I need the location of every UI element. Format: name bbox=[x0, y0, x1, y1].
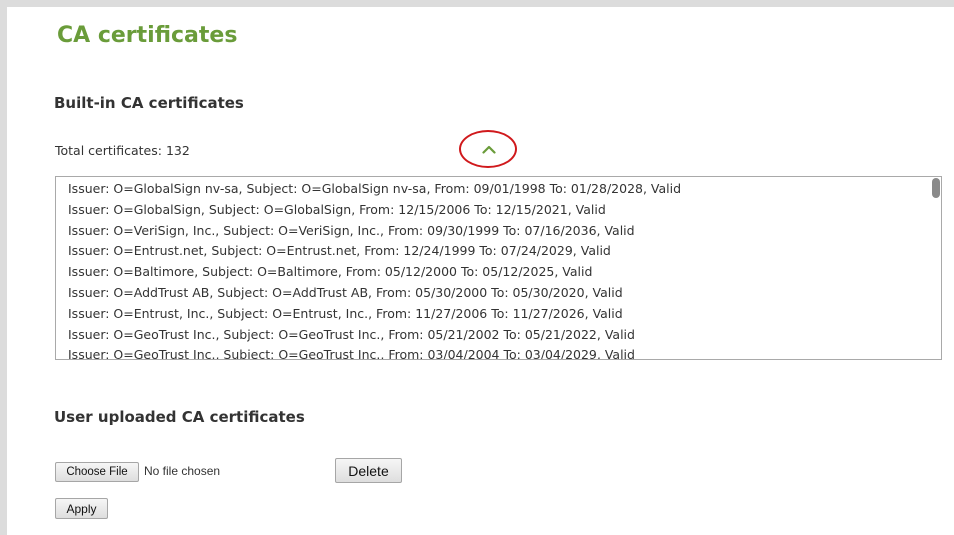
list-scrollbar[interactable] bbox=[932, 178, 940, 358]
scrollbar-thumb[interactable] bbox=[932, 178, 940, 198]
chevron-up-icon bbox=[482, 145, 496, 154]
total-certificates-label: Total certificates: 132 bbox=[55, 143, 190, 158]
certificate-list[interactable]: Issuer: O=GlobalSign nv-sa, Subject: O=G… bbox=[55, 176, 942, 360]
collapse-toggle-button[interactable] bbox=[478, 139, 500, 159]
certificate-item[interactable]: Issuer: O=GeoTrust Inc., Subject: O=GeoT… bbox=[68, 325, 941, 346]
apply-button[interactable]: Apply bbox=[55, 498, 108, 519]
page-frame: CA certificates Built-in CA certificates… bbox=[0, 0, 954, 535]
certificate-item[interactable]: Issuer: O=Entrust, Inc., Subject: O=Entr… bbox=[68, 304, 941, 325]
certificate-item[interactable]: Issuer: O=Baltimore, Subject: O=Baltimor… bbox=[68, 262, 941, 283]
certificate-item[interactable]: Issuer: O=GeoTrust Inc., Subject: O=GeoT… bbox=[68, 345, 941, 359]
page-title: CA certificates bbox=[57, 23, 238, 48]
certificate-item[interactable]: Issuer: O=GlobalSign, Subject: O=GlobalS… bbox=[68, 200, 941, 221]
certificate-item[interactable]: Issuer: O=VeriSign, Inc., Subject: O=Ver… bbox=[68, 221, 941, 242]
choose-file-button[interactable]: Choose File bbox=[55, 462, 139, 482]
file-status-text: No file chosen bbox=[144, 464, 221, 478]
certificate-items: Issuer: O=GlobalSign nv-sa, Subject: O=G… bbox=[56, 177, 941, 359]
delete-button[interactable]: Delete bbox=[335, 458, 402, 483]
certificate-item[interactable]: Issuer: O=GlobalSign nv-sa, Subject: O=G… bbox=[68, 179, 941, 200]
certificate-item[interactable]: Issuer: O=AddTrust AB, Subject: O=AddTru… bbox=[68, 283, 941, 304]
uploaded-section-heading: User uploaded CA certificates bbox=[54, 408, 305, 426]
certificate-item[interactable]: Issuer: O=Entrust.net, Subject: O=Entrus… bbox=[68, 241, 941, 262]
builtin-section-heading: Built-in CA certificates bbox=[54, 94, 244, 112]
